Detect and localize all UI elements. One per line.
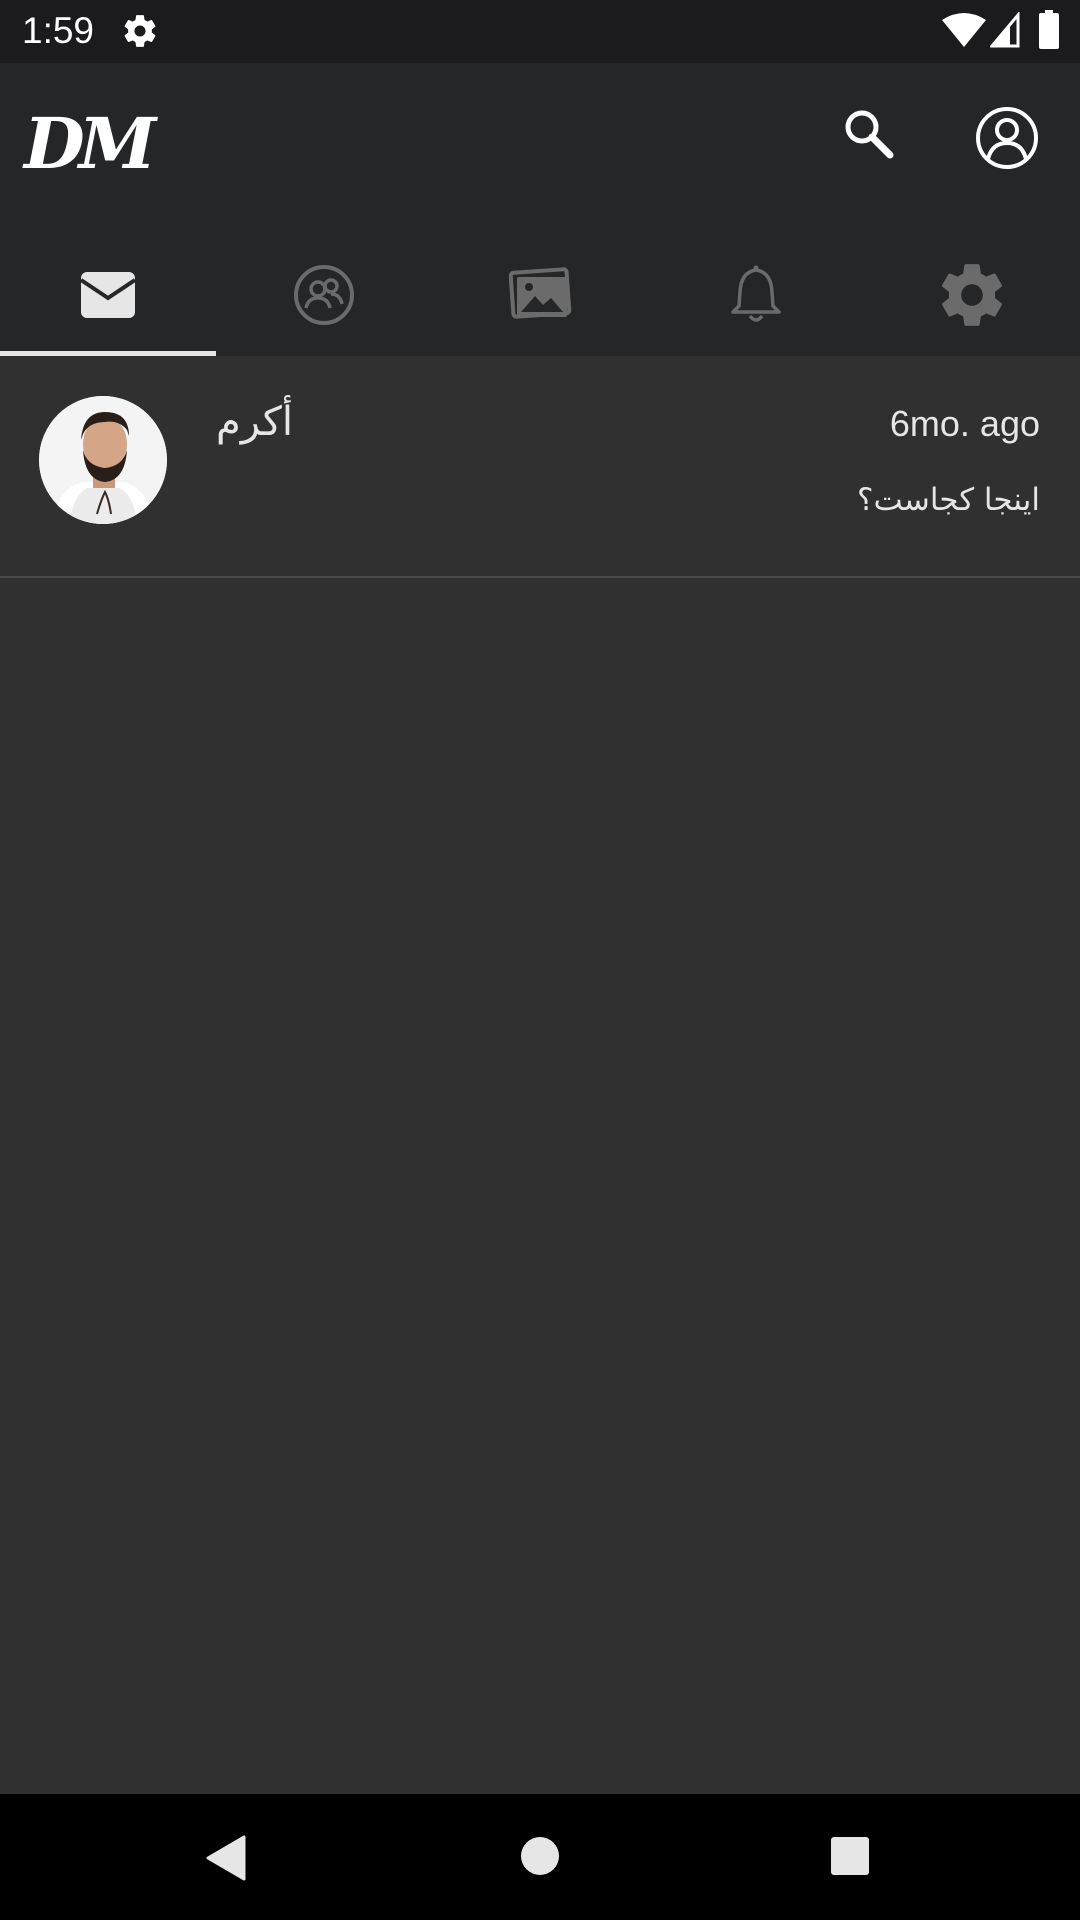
status-bar: 1:59 xyxy=(0,0,1080,63)
tab-notifications[interactable] xyxy=(648,233,864,356)
tab-bar xyxy=(0,233,1080,356)
account-button[interactable] xyxy=(972,103,1042,173)
tab-settings[interactable] xyxy=(864,233,1080,356)
recents-button[interactable] xyxy=(830,1836,870,1876)
photos-icon xyxy=(508,266,572,319)
battery-icon xyxy=(1038,10,1060,50)
app-bar: DM xyxy=(0,63,1080,356)
account-circle-icon xyxy=(976,107,1038,169)
home-button[interactable] xyxy=(520,1836,560,1876)
back-icon xyxy=(206,1835,246,1881)
status-time: 1:59 xyxy=(22,10,95,51)
tab-messages[interactable] xyxy=(0,233,216,356)
people-circle-icon xyxy=(294,264,354,325)
avatar[interactable] xyxy=(39,396,167,524)
bell-icon xyxy=(731,265,781,322)
tab-friends[interactable] xyxy=(216,233,432,356)
conversation-time: 6mo. ago xyxy=(889,403,1040,444)
gear-icon xyxy=(942,263,1002,326)
avatar-photo xyxy=(39,396,167,524)
back-button[interactable] xyxy=(204,1834,248,1882)
home-icon xyxy=(521,1837,559,1875)
search-icon xyxy=(845,110,894,159)
conversation-name: أكرم xyxy=(216,399,293,445)
conversation-preview: اینجا کجاست؟ xyxy=(857,482,1040,518)
signal-icon xyxy=(988,10,1020,48)
app-logo: DM xyxy=(24,102,156,185)
gear-icon xyxy=(121,12,159,50)
conversation-list-item[interactable]: أكرم 6mo. ago اینجا کجاست؟ xyxy=(0,356,1080,578)
search-button[interactable] xyxy=(838,103,898,163)
wifi-icon xyxy=(942,12,986,48)
recents-icon xyxy=(831,1837,869,1875)
envelope-icon xyxy=(79,271,137,318)
tab-photos[interactable] xyxy=(432,233,648,356)
screen: 1:59 DM أكرم 6mo. ago اینجا کجاست؟ xyxy=(0,0,1080,1920)
system-nav-bar xyxy=(0,1794,1080,1920)
